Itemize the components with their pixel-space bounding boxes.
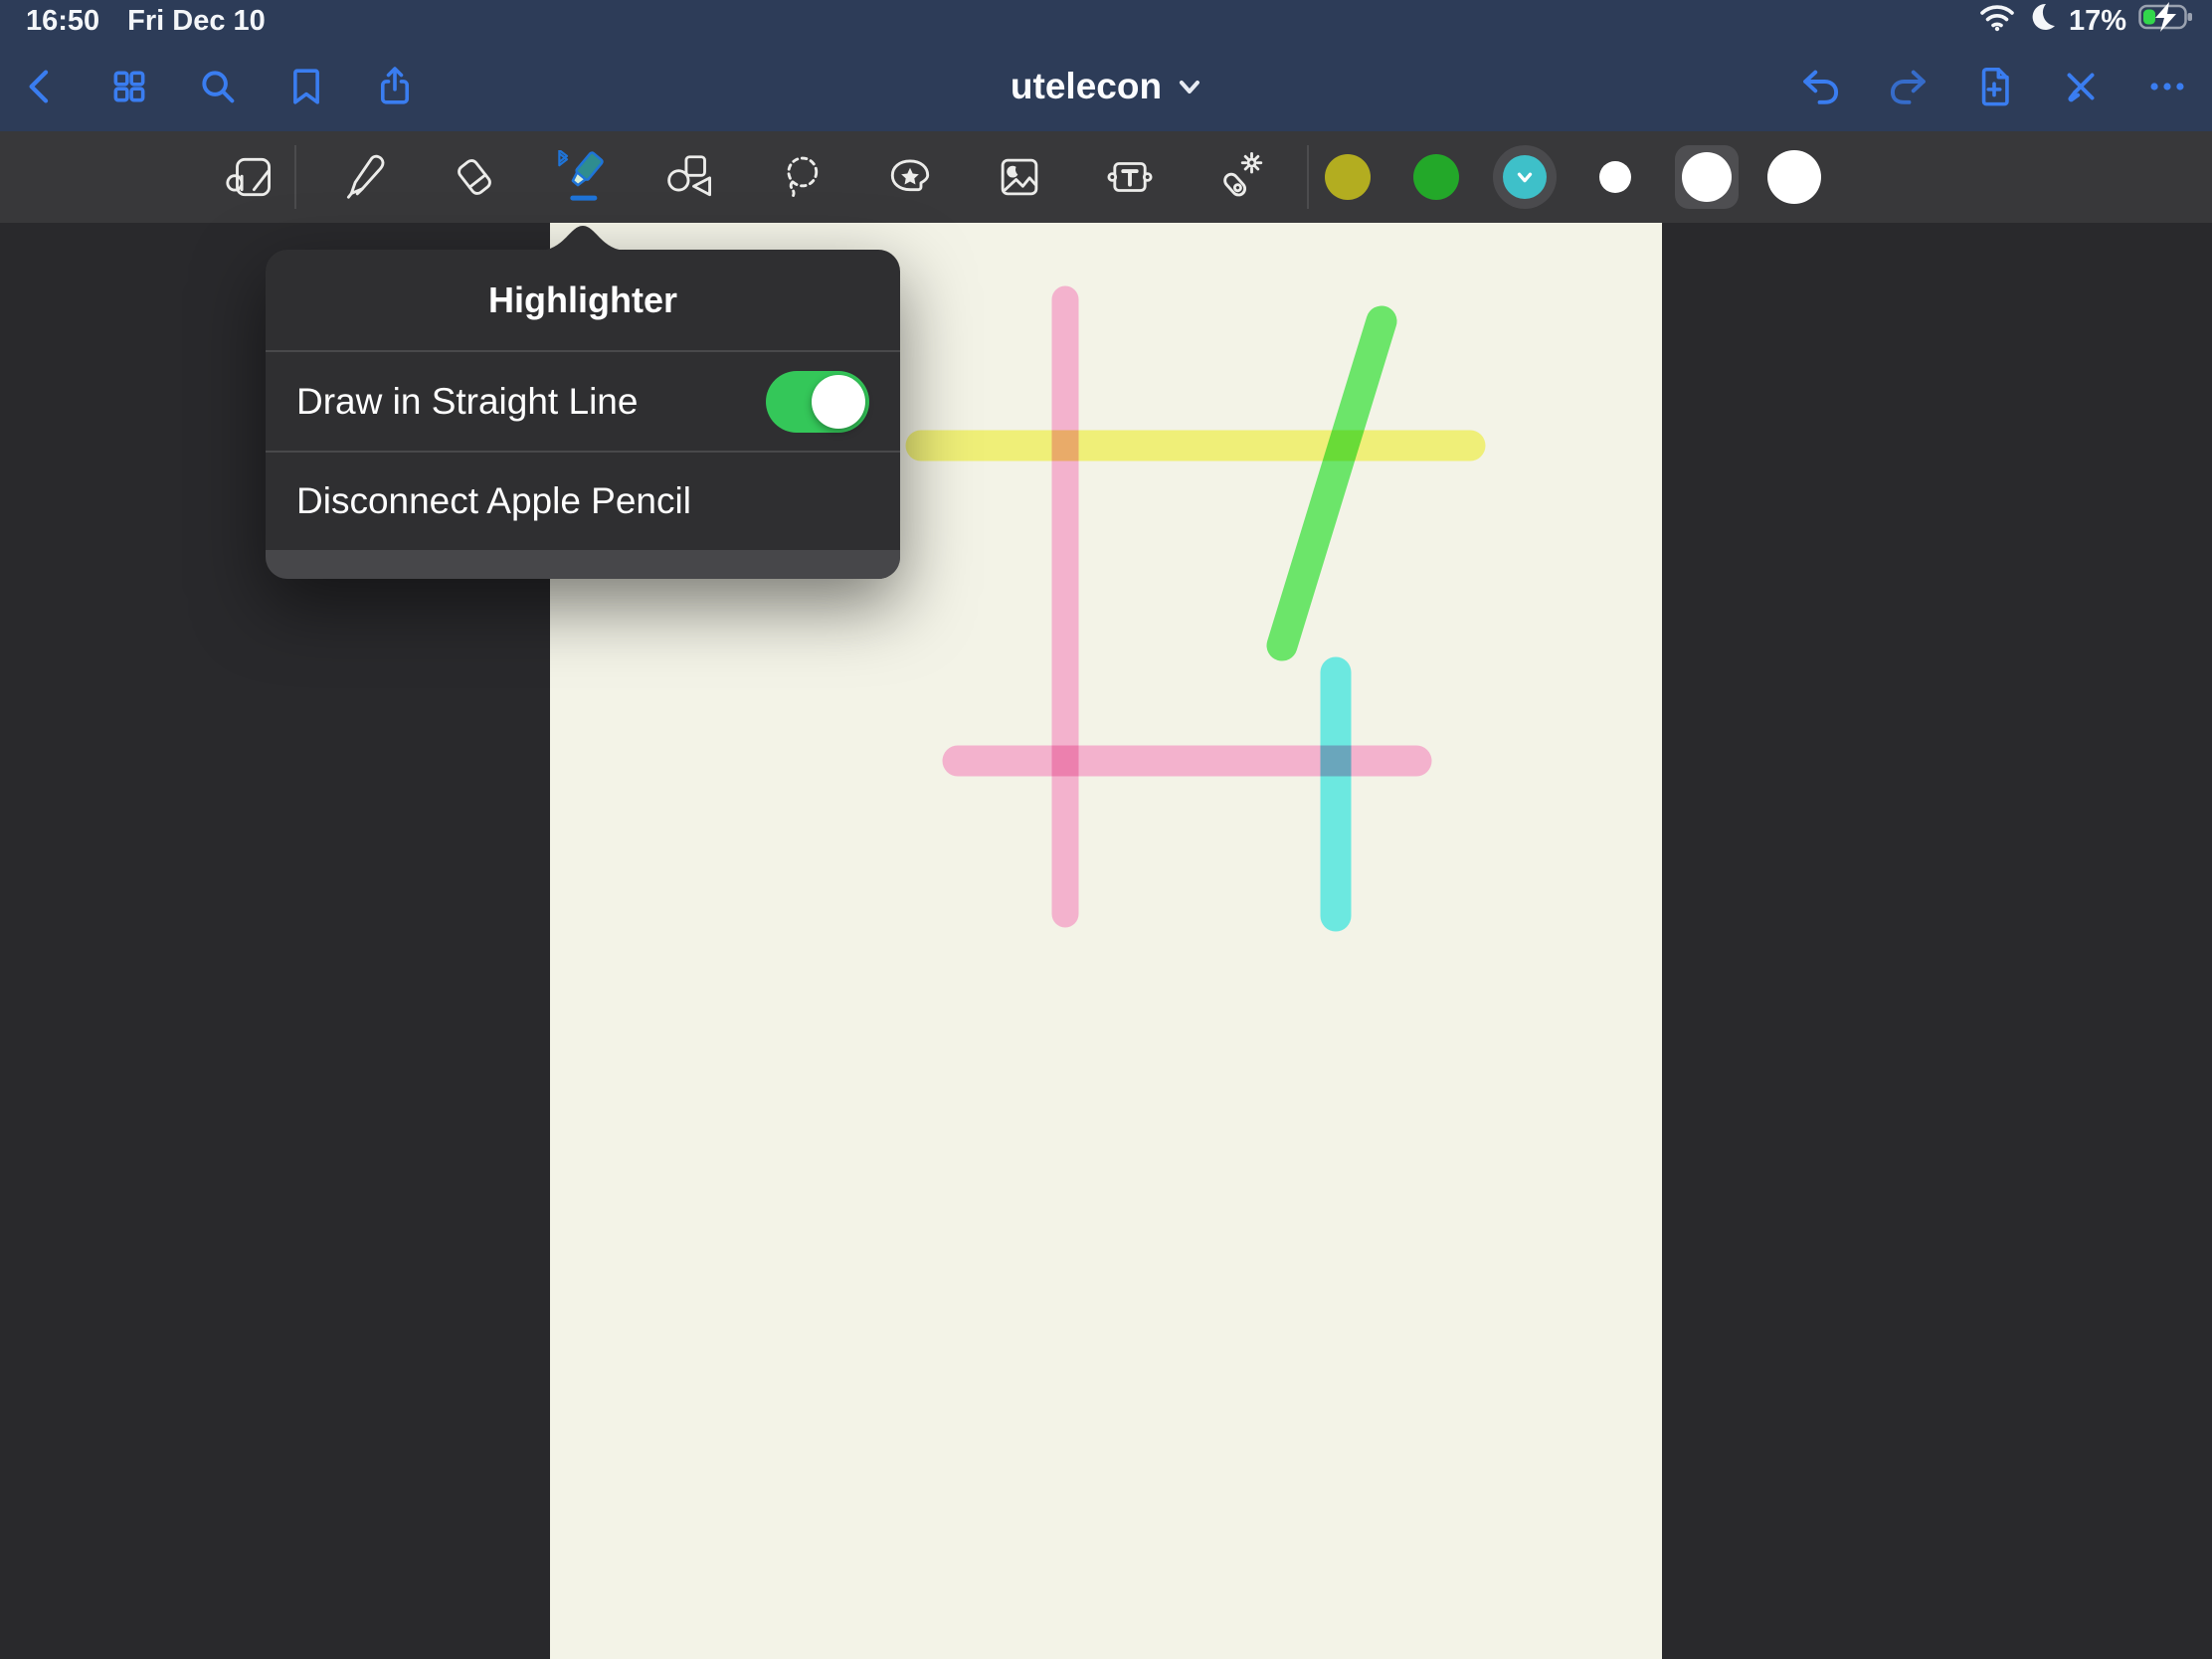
bookmark-icon bbox=[283, 64, 329, 109]
pen-icon bbox=[337, 150, 391, 204]
share-icon bbox=[372, 64, 418, 109]
tools-toolbar bbox=[0, 131, 2212, 223]
toolbar-divider bbox=[294, 145, 296, 209]
popover-arrow bbox=[538, 226, 628, 251]
edit-mode-toggle-icon bbox=[2058, 64, 2104, 109]
disconnect-apple-pencil-row[interactable]: Disconnect Apple Pencil bbox=[266, 453, 900, 549]
status-bar: 16:50 Fri Dec 10 17% bbox=[0, 0, 2212, 42]
undo-button[interactable] bbox=[1798, 64, 1844, 109]
draw-straight-line-row[interactable]: Draw in Straight Line bbox=[266, 352, 900, 451]
app-screen: 16:50 Fri Dec 10 17% bbox=[0, 0, 2212, 1659]
eraser-tool[interactable] bbox=[447, 149, 502, 205]
document-title[interactable]: utelecon bbox=[1011, 42, 1201, 131]
share-button[interactable] bbox=[372, 64, 418, 109]
status-time: 16:50 bbox=[26, 5, 99, 38]
color-swatch-teal bbox=[1503, 155, 1547, 199]
nav-right-group bbox=[1798, 42, 2190, 131]
image-tool[interactable] bbox=[992, 149, 1047, 205]
color-swatch-teal-selected[interactable] bbox=[1493, 145, 1557, 209]
shapes-tool[interactable] bbox=[663, 149, 719, 205]
back-button[interactable] bbox=[18, 64, 64, 109]
more-button[interactable] bbox=[2144, 64, 2190, 109]
highlighter-tool[interactable] bbox=[555, 149, 611, 205]
wifi-icon bbox=[1979, 2, 2015, 40]
toolbar-divider bbox=[1307, 145, 1309, 209]
elements-sticker-tool[interactable] bbox=[882, 149, 938, 205]
chevron-down-icon bbox=[1514, 166, 1536, 188]
status-right: 17% bbox=[1979, 2, 2212, 40]
battery-percent: 17% bbox=[2069, 5, 2126, 38]
toggle-knob bbox=[812, 375, 865, 429]
search-icon bbox=[195, 64, 241, 109]
color-swatch-olive[interactable] bbox=[1325, 154, 1371, 200]
moon-icon bbox=[2027, 2, 2057, 40]
text-tool[interactable] bbox=[1102, 149, 1158, 205]
edit-mode-toggle-button[interactable] bbox=[2058, 64, 2104, 109]
status-date: Fri Dec 10 bbox=[127, 5, 266, 38]
sticker-star-icon bbox=[883, 150, 937, 204]
stroke-size-large[interactable] bbox=[1767, 150, 1821, 204]
add-page-icon bbox=[1971, 64, 2017, 109]
lasso-tool[interactable] bbox=[774, 149, 830, 205]
zoom-window-tool[interactable] bbox=[223, 149, 278, 205]
thumbnails-grid-icon bbox=[106, 64, 152, 109]
thumbnails-button[interactable] bbox=[106, 64, 152, 109]
chevron-down-icon bbox=[1178, 75, 1201, 98]
bluetooth-icon bbox=[559, 150, 567, 165]
shapes-icon bbox=[664, 150, 718, 204]
popover-footer bbox=[266, 550, 900, 579]
laser-pointer-tool[interactable] bbox=[1210, 149, 1266, 205]
nav-left-group bbox=[18, 42, 418, 131]
popover-title: Highlighter bbox=[266, 250, 900, 350]
highlighter-popover: Highlighter Draw in Straight Line Discon… bbox=[266, 250, 900, 579]
disconnect-apple-pencil-label: Disconnect Apple Pencil bbox=[296, 480, 691, 522]
zoom-window-icon bbox=[224, 150, 277, 204]
pen-tool[interactable] bbox=[336, 149, 392, 205]
stroke-size-medium[interactable] bbox=[1682, 152, 1732, 202]
highlighter-icon bbox=[556, 150, 610, 204]
battery-charging-icon bbox=[2138, 2, 2198, 40]
draw-straight-line-label: Draw in Straight Line bbox=[296, 381, 638, 423]
more-icon bbox=[2144, 64, 2190, 109]
add-page-button[interactable] bbox=[1971, 64, 2017, 109]
color-swatch-green[interactable] bbox=[1413, 154, 1459, 200]
search-button[interactable] bbox=[195, 64, 241, 109]
laser-pointer-icon bbox=[1211, 150, 1265, 204]
bookmark-button[interactable] bbox=[283, 64, 329, 109]
image-icon bbox=[993, 150, 1046, 204]
status-left: 16:50 Fri Dec 10 bbox=[0, 5, 266, 38]
redo-icon bbox=[1885, 64, 1931, 109]
draw-straight-line-toggle[interactable] bbox=[766, 371, 869, 433]
eraser-icon bbox=[448, 150, 501, 204]
redo-button[interactable] bbox=[1885, 64, 1931, 109]
document-title-label: utelecon bbox=[1011, 66, 1162, 107]
lasso-icon bbox=[775, 150, 829, 204]
nav-bar: utelecon bbox=[0, 42, 2212, 131]
undo-icon bbox=[1798, 64, 1844, 109]
back-icon bbox=[18, 64, 64, 109]
text-icon bbox=[1103, 150, 1157, 204]
stroke-size-small[interactable] bbox=[1599, 161, 1631, 193]
header: 16:50 Fri Dec 10 17% bbox=[0, 0, 2212, 131]
